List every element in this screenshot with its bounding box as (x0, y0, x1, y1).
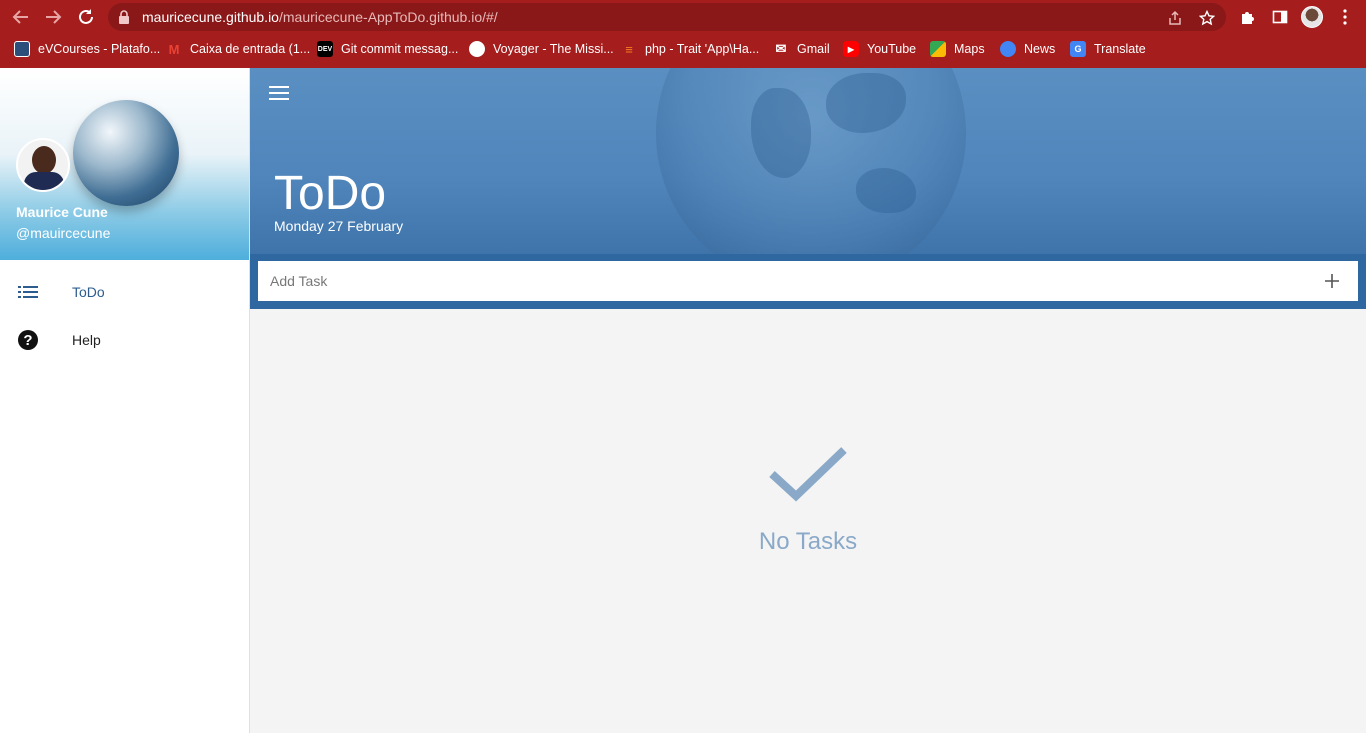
bookmark-label: eVCourses - Platafo... (38, 42, 161, 56)
url-path: /mauricecune-AppToDo.github.io/#/ (278, 9, 498, 25)
stackoverflow-favicon: ≡ (625, 41, 633, 57)
user-avatar (16, 138, 70, 192)
bookmark-star-icon[interactable] (1198, 9, 1216, 27)
back-arrow-icon (12, 10, 28, 24)
bookmark-youtube[interactable]: ▶ YouTube (843, 39, 916, 59)
bookmark-label: Git commit messag... (341, 42, 459, 56)
globe-image (73, 100, 179, 206)
page-title: ToDo (274, 167, 387, 220)
side-panel-icon[interactable] (1270, 7, 1290, 27)
user-name: Maurice Cune (16, 204, 108, 220)
bookmark-php-trait[interactable]: ≡ php - Trait 'App\Ha... (621, 39, 759, 59)
bookmark-evcourses[interactable]: eVCourses - Platafo... (14, 39, 160, 59)
bookmark-label: News (1024, 42, 1056, 56)
add-task-field-wrapper (258, 261, 1358, 301)
gmail-favicon: ✉ (775, 41, 787, 56)
maps-favicon (930, 41, 946, 57)
evcourses-favicon (14, 41, 30, 57)
bookmark-label: YouTube (867, 42, 917, 56)
sidebar-item-todo[interactable]: ToDo (0, 268, 249, 316)
bookmark-label: Caixa de entrada (1... (190, 42, 311, 56)
list-icon (16, 280, 40, 304)
browser-toolbar: mauricecune.github.io/mauricecune-AppToD… (0, 0, 1366, 34)
bookmark-label: Voyager - The Missi... (493, 42, 614, 56)
news-favicon (1000, 41, 1016, 57)
translate-favicon: G (1070, 41, 1086, 57)
url-host: mauricecune.github.io (142, 9, 279, 25)
current-date: Monday 27 February (274, 218, 404, 234)
lock-icon (119, 10, 129, 24)
bookmark-gmail[interactable]: ✉ Gmail (773, 39, 830, 59)
add-task-button[interactable] (1320, 269, 1344, 293)
sidebar-item-label: Help (72, 332, 101, 348)
profile-avatar[interactable] (1301, 6, 1323, 28)
main-content: ToDo Monday 27 February No Tasks (250, 68, 1366, 733)
add-task-input[interactable] (258, 261, 1308, 301)
reload-button[interactable] (75, 6, 97, 28)
hero-header: ToDo Monday 27 February (250, 68, 1366, 254)
reload-icon (79, 9, 93, 24)
dev-favicon: DEV (317, 41, 333, 57)
check-icon (769, 447, 847, 502)
user-handle: @mauircecune (16, 225, 111, 241)
app-sidebar: Maurice Cune @mauircecune ToDo ? Help (0, 68, 250, 733)
globe-background (656, 68, 966, 254)
svg-text:?: ? (23, 332, 32, 349)
sidebar-item-help[interactable]: ? Help (0, 316, 249, 364)
bookmark-maps[interactable]: Maps (930, 39, 985, 59)
back-button[interactable] (10, 6, 32, 28)
gmail-favicon: M (168, 41, 180, 57)
add-task-bar (250, 254, 1366, 309)
bookmark-label: Translate (1094, 42, 1146, 56)
bookmark-voyager[interactable]: Voyager - The Missi... (469, 39, 614, 59)
bookmark-label: Maps (954, 42, 985, 56)
bookmark-translate[interactable]: G Translate (1070, 39, 1146, 59)
forward-button[interactable] (42, 6, 64, 28)
browser-chrome: mauricecune.github.io/mauricecune-AppToD… (0, 0, 1366, 68)
empty-state-message: No Tasks (758, 528, 858, 555)
menu-hamburger-icon[interactable] (266, 82, 292, 104)
share-icon[interactable] (1166, 9, 1184, 27)
address-bar[interactable]: mauricecune.github.io/mauricecune-AppToD… (108, 3, 1226, 31)
bookmark-label: php - Trait 'App\Ha... (645, 42, 760, 56)
help-icon: ? (16, 328, 40, 352)
plus-icon (1325, 274, 1339, 288)
bookmark-news[interactable]: News (1000, 39, 1055, 59)
kebab-menu-icon[interactable] (1335, 7, 1355, 27)
bookmark-label: Gmail (797, 42, 830, 56)
bookmarks-bar: eVCourses - Platafo... M Caixa de entrad… (0, 36, 1366, 62)
sidebar-item-label: ToDo (72, 284, 105, 300)
youtube-favicon: ▶ (843, 41, 859, 57)
voyager-favicon (469, 41, 485, 57)
extensions-puzzle-icon[interactable] (1238, 7, 1258, 27)
bookmark-git-commit[interactable]: DEV Git commit messag... (317, 39, 458, 59)
forward-arrow-icon (46, 10, 62, 24)
url-text: mauricecune.github.io/mauricecune-AppToD… (142, 9, 498, 25)
sidebar-header: Maurice Cune @mauircecune (0, 68, 249, 260)
bookmark-caixa-de-entrada[interactable]: M Caixa de entrada (1... (166, 39, 311, 59)
